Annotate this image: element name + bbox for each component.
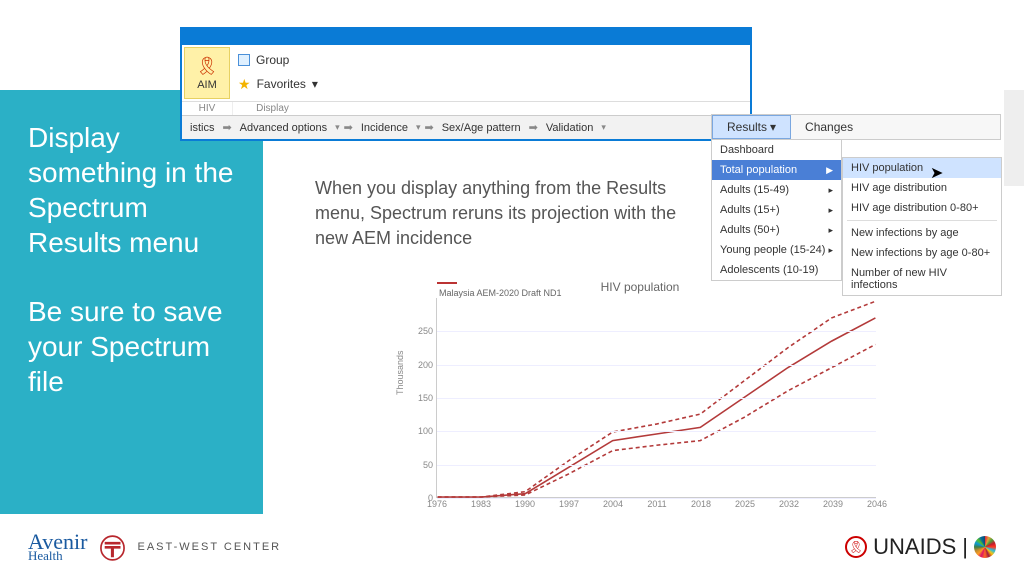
favorites-button[interactable]: ★ Favorites ▾ xyxy=(238,76,744,93)
x-tick-label: 2039 xyxy=(823,497,843,509)
mi-dashboard[interactable]: Dashboard xyxy=(712,140,841,160)
y-tick-label: 150 xyxy=(418,393,437,403)
x-tick-label: 1976 xyxy=(427,497,447,509)
chart-plot-area: Malaysia AEM-2020 Draft ND1 050100150200… xyxy=(436,298,876,498)
x-tick-label: 2004 xyxy=(603,497,623,509)
changes-label: Changes xyxy=(805,120,853,134)
mi-hiv-age[interactable]: HIV age distribution xyxy=(843,178,1001,198)
arrow-icon: ➡ xyxy=(425,121,434,134)
x-tick-label: 1983 xyxy=(471,497,491,509)
side-text-1: Display something in the Spectrum Result… xyxy=(28,120,235,260)
side-panel: Display something in the Spectrum Result… xyxy=(0,90,263,514)
totalpop-submenu: HIV population HIV age distribution HIV … xyxy=(842,157,1002,296)
mi-adults-15-49[interactable]: Adults (15-49)▸ xyxy=(712,180,841,200)
series-label: Malaysia AEM-2020 Draft ND1 xyxy=(439,288,562,298)
legend-line xyxy=(437,282,457,284)
mi-adolescents[interactable]: Adolescents (10-19) xyxy=(712,260,841,280)
x-tick-label: 2011 xyxy=(647,497,666,509)
group-button[interactable]: Group xyxy=(238,53,744,67)
mi-hiv-age-80[interactable]: HIV age distribution 0-80+ xyxy=(843,198,1001,218)
results-dropdown: Dashboard Total population▶ Adults (15-4… xyxy=(711,139,842,281)
tab-sexage[interactable]: Sex/Age pattern xyxy=(438,122,525,134)
mi-new-age-80[interactable]: New infections by age 0-80+ xyxy=(843,243,1001,263)
chevron-down-icon: ▾ xyxy=(601,122,606,133)
ribbon: 🎗 AIM Group ★ Favorites ▾ xyxy=(182,45,750,101)
y-axis-label: Thousands xyxy=(395,350,405,395)
aim-label: AIM xyxy=(197,79,217,91)
x-tick-label: 1990 xyxy=(515,497,535,509)
chevron-down-icon: ▾ xyxy=(312,77,318,91)
unaids-ribbon-icon: 🎗 xyxy=(845,536,867,558)
chevron-down-icon: ▾ xyxy=(335,122,340,133)
mi-total-population[interactable]: Total population▶ xyxy=(712,160,841,180)
star-icon: ★ xyxy=(238,76,251,93)
hiv-group-label: HIV xyxy=(182,102,232,115)
group-label: Group xyxy=(256,53,289,67)
y-tick-label: 100 xyxy=(418,426,437,436)
menu-strip: Results ▾ Changes xyxy=(711,114,1001,140)
chevron-down-icon: ▾ xyxy=(416,122,421,133)
results-label: Results xyxy=(727,120,767,134)
chart: HIV population Thousands Malaysia AEM-20… xyxy=(400,280,880,520)
tab-validation[interactable]: Validation xyxy=(542,122,598,134)
spectrum-window: 🎗 AIM Group ★ Favorites ▾ HIV Display is… xyxy=(180,27,752,141)
x-tick-label: 1997 xyxy=(559,497,579,509)
mi-new-age[interactable]: New infections by age xyxy=(843,223,1001,243)
x-tick-label: 2018 xyxy=(691,497,711,509)
mi-adults-50[interactable]: Adults (50+)▸ xyxy=(712,220,841,240)
submenu-arrow-icon: ▸ xyxy=(828,245,833,256)
unaids-logo: 🎗 UNAIDS | xyxy=(845,534,996,560)
tab-bar: istics ➡ Advanced options▾ ➡ Incidence▾ … xyxy=(182,115,750,139)
mi-hiv-population[interactable]: HIV population xyxy=(843,158,1001,178)
submenu-arrow-icon: ▶ xyxy=(826,165,833,176)
arrow-icon: ➡ xyxy=(529,121,538,134)
ewc-label: EAST-WEST CENTER xyxy=(137,541,281,553)
aim-button[interactable]: 🎗 AIM xyxy=(184,47,230,99)
explanatory-text: When you display anything from the Resul… xyxy=(315,176,685,252)
submenu-arrow-icon: ▸ xyxy=(828,205,833,216)
mi-adults-15[interactable]: Adults (15+)▸ xyxy=(712,200,841,220)
unaids-text: UNAIDS xyxy=(873,534,956,560)
favorites-label: Favorites xyxy=(257,77,306,91)
ribbon-icon: 🎗 xyxy=(196,56,219,77)
x-tick-label: 2025 xyxy=(735,497,755,509)
titlebar xyxy=(182,29,750,45)
y-tick-label: 250 xyxy=(418,326,437,336)
chevron-down-icon: ▾ xyxy=(770,120,776,134)
decorative-strip xyxy=(1004,90,1024,186)
x-tick-label: 2032 xyxy=(779,497,799,509)
footer: Avenir Health 〶 EAST-WEST CENTER 🎗 UNAID… xyxy=(0,518,1024,576)
sdg-wheel-icon xyxy=(974,536,996,558)
menu-separator xyxy=(847,220,997,221)
ewc-mark-icon: 〶 xyxy=(99,529,125,566)
tab-statistics[interactable]: istics xyxy=(186,122,218,134)
avenir-logo: Avenir Health xyxy=(28,533,87,561)
y-tick-label: 50 xyxy=(423,460,437,470)
x-tick-label: 2046 xyxy=(867,497,887,509)
y-tick-label: 200 xyxy=(418,360,437,370)
results-menu[interactable]: Results ▾ xyxy=(712,115,791,139)
side-text-2: Be sure to save your Spectrum file xyxy=(28,294,235,399)
arrow-icon: ➡ xyxy=(222,121,231,134)
submenu-arrow-icon: ▸ xyxy=(828,225,833,236)
footer-left: Avenir Health 〶 EAST-WEST CENTER xyxy=(28,529,281,566)
display-group-label: Display xyxy=(232,102,312,115)
group-icon xyxy=(238,54,250,66)
arrow-icon: ➡ xyxy=(344,121,353,134)
tab-incidence[interactable]: Incidence xyxy=(357,122,412,134)
changes-menu[interactable]: Changes xyxy=(791,115,867,139)
mi-young[interactable]: Young people (15-24)▸ xyxy=(712,240,841,260)
submenu-arrow-icon: ▸ xyxy=(828,185,833,196)
tab-advanced[interactable]: Advanced options xyxy=(236,122,331,134)
